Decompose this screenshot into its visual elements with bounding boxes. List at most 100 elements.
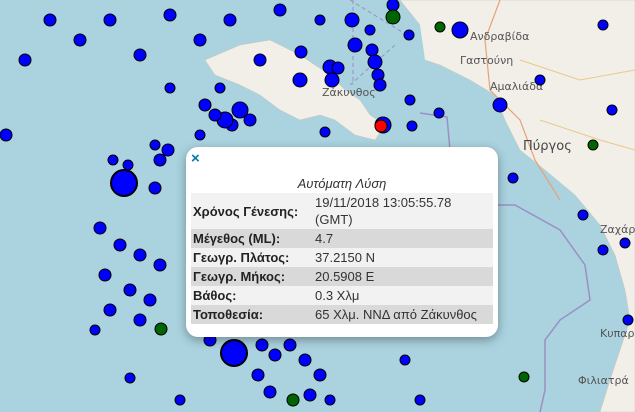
earthquake-marker[interactable] xyxy=(314,14,326,26)
earthquake-marker[interactable] xyxy=(313,368,327,382)
town-label: Πύργος xyxy=(523,139,572,154)
earthquake-marker[interactable] xyxy=(268,348,282,362)
earthquake-marker[interactable] xyxy=(148,181,162,195)
earthquake-marker[interactable] xyxy=(143,293,157,307)
earthquake-marker[interactable] xyxy=(0,128,13,142)
detail-value: 4.7 xyxy=(315,231,334,246)
earthquake-marker[interactable] xyxy=(18,53,32,67)
popup-title: Αυτόματη Λύση xyxy=(297,176,387,191)
earthquake-marker[interactable] xyxy=(294,45,308,59)
earthquake-marker[interactable] xyxy=(174,394,186,406)
earthquake-marker[interactable] xyxy=(194,129,206,141)
detail-label: Γεωγρ. Πλάτος: xyxy=(193,250,290,265)
detail-value: 37.2150 N xyxy=(315,250,375,265)
earthquake-marker[interactable] xyxy=(220,339,248,367)
earthquake-marker[interactable] xyxy=(367,54,383,70)
town-label: Κυπαρισσία xyxy=(600,327,635,340)
detail-label: Γεωγρ. Μήκος: xyxy=(193,269,286,284)
earthquake-marker[interactable] xyxy=(253,53,267,67)
detail-row: Χρόνος Γένεσης: 19/11/2018 13:05:55.78 (G… xyxy=(191,193,493,229)
earthquake-marker[interactable] xyxy=(597,19,609,31)
earthquake-marker[interactable] xyxy=(243,113,257,127)
town-label: Ανδραβίδα xyxy=(470,30,529,43)
detail-label: Χρόνος Γένεσης: xyxy=(193,203,299,219)
earthquake-marker[interactable] xyxy=(153,258,167,272)
close-icon[interactable]: × xyxy=(191,151,200,166)
earthquake-marker[interactable] xyxy=(451,21,469,39)
earthquake-marker[interactable] xyxy=(124,372,136,384)
earthquake-marker-recent[interactable] xyxy=(154,322,168,336)
earthquake-marker[interactable] xyxy=(164,82,176,94)
earthquake-marker[interactable] xyxy=(208,108,222,122)
earthquake-marker[interactable] xyxy=(93,221,107,235)
detail-value: 65 Χλμ. ΝΝΔ από Ζάκυνθος xyxy=(315,307,477,322)
earthquake-marker[interactable] xyxy=(507,172,519,184)
earthquake-marker[interactable] xyxy=(198,98,212,112)
earthquake-marker[interactable] xyxy=(153,153,167,167)
earthquake-marker[interactable] xyxy=(149,139,161,151)
earthquake-marker[interactable] xyxy=(331,61,345,75)
earthquake-marker-recent[interactable] xyxy=(587,139,599,151)
earthquake-marker[interactable] xyxy=(319,126,331,138)
detail-value: 19/11/2018 13:05:55.78 (GMT) xyxy=(315,195,452,227)
town-label: Ζάκυνθος xyxy=(322,86,376,99)
earthquake-marker[interactable] xyxy=(403,29,415,41)
earthquake-marker[interactable] xyxy=(577,209,589,221)
earthquake-marker[interactable] xyxy=(103,303,117,317)
earthquake-marker-selected[interactable] xyxy=(374,119,388,133)
earthquake-marker[interactable] xyxy=(404,94,416,106)
earthquake-marker[interactable] xyxy=(123,283,137,297)
earthquake-marker[interactable] xyxy=(43,13,57,27)
earthquake-marker[interactable] xyxy=(163,8,177,22)
earthquake-marker[interactable] xyxy=(223,13,237,27)
detail-label: Βάθος: xyxy=(193,288,237,303)
earthquake-marker[interactable] xyxy=(303,388,317,402)
earthquake-marker[interactable] xyxy=(214,82,226,94)
earthquake-marker[interactable] xyxy=(103,13,117,27)
earthquake-marker[interactable] xyxy=(622,314,634,326)
earthquake-marker[interactable] xyxy=(344,12,360,28)
earthquake-marker[interactable] xyxy=(414,394,426,406)
earthquake-marker[interactable] xyxy=(619,237,631,249)
earthquake-marker[interactable] xyxy=(133,313,147,327)
earthquake-marker[interactable] xyxy=(133,48,147,62)
earthquake-marker[interactable] xyxy=(365,43,379,57)
earthquake-marker[interactable] xyxy=(364,24,376,36)
earthquake-marker[interactable] xyxy=(193,33,207,47)
earthquake-marker[interactable] xyxy=(273,3,287,17)
earthquake-marker[interactable] xyxy=(324,72,340,88)
earthquake-marker-recent[interactable] xyxy=(434,21,446,33)
earthquake-marker[interactable] xyxy=(110,169,138,197)
earthquake-marker[interactable] xyxy=(122,159,134,171)
detail-value: 0.3 Χλμ xyxy=(315,288,360,303)
earthquake-marker-recent[interactable] xyxy=(286,393,300,407)
detail-row: Μέγεθος (ML): 4.7 xyxy=(191,229,493,248)
earthquake-marker[interactable] xyxy=(373,78,387,92)
earthquake-marker[interactable] xyxy=(89,324,101,336)
earthquake-marker[interactable] xyxy=(406,120,418,132)
earthquake-marker[interactable] xyxy=(98,268,112,282)
earthquake-marker[interactable] xyxy=(292,72,308,88)
earthquake-marker[interactable] xyxy=(324,394,336,406)
earthquake-marker-recent[interactable] xyxy=(385,9,401,25)
earthquake-marker[interactable] xyxy=(399,354,411,366)
earthquake-marker[interactable] xyxy=(255,338,269,352)
earthquake-marker[interactable] xyxy=(113,238,127,252)
earthquake-marker[interactable] xyxy=(263,385,277,399)
earthquake-marker[interactable] xyxy=(606,104,618,116)
earthquake-marker[interactable] xyxy=(133,248,147,262)
detail-label: Τοποθεσία: xyxy=(193,307,264,322)
earthquake-marker[interactable] xyxy=(298,353,312,367)
earthquake-marker[interactable] xyxy=(433,107,445,119)
earthquake-marker[interactable] xyxy=(161,143,175,157)
earthquake-marker[interactable] xyxy=(107,154,119,166)
earthquake-marker[interactable] xyxy=(386,0,400,12)
earthquake-marker[interactable] xyxy=(283,338,297,352)
earthquake-marker[interactable] xyxy=(347,37,363,53)
earthquake-marker[interactable] xyxy=(492,97,508,113)
earthquake-marker[interactable] xyxy=(597,244,609,256)
earthquake-marker-recent[interactable] xyxy=(518,371,530,383)
earthquake-marker[interactable] xyxy=(251,368,265,382)
earthquake-marker[interactable] xyxy=(73,33,87,47)
earthquake-marker[interactable] xyxy=(534,74,546,86)
